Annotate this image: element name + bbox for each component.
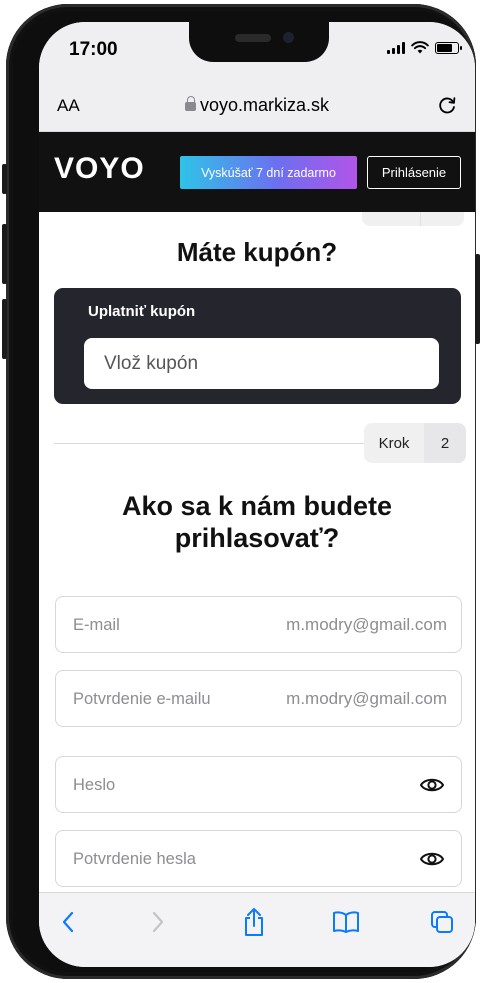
login-title: Ako sa k nám budete prihlasovať? bbox=[121, 491, 393, 553]
email-value: m.modry@gmail.com bbox=[286, 615, 447, 634]
coupon-label: Uplatniť kupón bbox=[88, 303, 196, 320]
site-header: VOYO Vyskúšať 7 dní zadarmo Prihlásenie bbox=[39, 132, 475, 212]
status-time: 17:00 bbox=[69, 39, 118, 60]
tabs-button[interactable] bbox=[427, 907, 457, 937]
volume-down-button bbox=[2, 299, 7, 359]
voyo-logo[interactable]: VOYO bbox=[54, 152, 145, 186]
coupon-title: Máte kupón? bbox=[176, 237, 338, 267]
share-button[interactable] bbox=[239, 907, 269, 937]
step-label: Krok bbox=[378, 434, 410, 452]
phone-frame: 17:00 AA voyo.markiza.sk VOYO Vyskúšať 7… bbox=[2, 4, 480, 979]
volume-up-button bbox=[2, 224, 7, 284]
url-field[interactable]: voyo.markiza.sk bbox=[39, 95, 475, 116]
email-confirm-label: Potvrdenie e-mailu bbox=[73, 690, 211, 708]
front-camera bbox=[283, 32, 294, 43]
tabs-icon bbox=[431, 911, 453, 933]
lock-icon bbox=[184, 96, 196, 112]
password-confirm-field[interactable]: Potvrdenie hesla bbox=[55, 830, 462, 887]
address-bar[interactable]: AA voyo.markiza.sk bbox=[39, 80, 475, 132]
step-divider bbox=[54, 443, 369, 444]
back-icon bbox=[62, 911, 74, 933]
step-indicator: Krok 2 bbox=[364, 423, 466, 463]
bookmarks-button[interactable] bbox=[331, 907, 361, 937]
login-button[interactable]: Prihlásenie bbox=[367, 156, 461, 189]
phone-screen: 17:00 AA voyo.markiza.sk VOYO Vyskúšať 7… bbox=[39, 22, 475, 967]
email-confirm-field[interactable]: Potvrdenie e-mailu m.modry@gmail.com bbox=[55, 670, 462, 727]
wifi-icon bbox=[411, 41, 429, 54]
mute-switch bbox=[2, 164, 7, 194]
coupon-input[interactable] bbox=[84, 338, 439, 389]
coupon-box: Uplatniť kupón bbox=[54, 288, 461, 404]
forward-icon bbox=[152, 911, 164, 933]
back-button[interactable] bbox=[53, 907, 83, 937]
email-confirm-value: m.modry@gmail.com bbox=[286, 689, 447, 708]
reload-icon[interactable] bbox=[435, 93, 459, 117]
show-password-confirm-icon[interactable] bbox=[419, 848, 445, 870]
email-field[interactable]: E-mail m.modry@gmail.com bbox=[55, 596, 462, 653]
free-trial-button[interactable]: Vyskúšať 7 dní zadarmo bbox=[180, 156, 357, 189]
url-text: voyo.markiza.sk bbox=[199, 95, 330, 115]
password-confirm-label: Potvrdenie hesla bbox=[73, 850, 196, 868]
bookmarks-icon bbox=[333, 911, 359, 933]
password-label: Heslo bbox=[73, 776, 116, 794]
browser-toolbar bbox=[39, 892, 475, 967]
email-label: E-mail bbox=[73, 616, 120, 634]
power-button bbox=[475, 254, 480, 344]
show-password-icon[interactable] bbox=[419, 774, 445, 796]
page-content: Máte kupón? Uplatniť kupón Krok 2 Ako sa… bbox=[39, 212, 475, 892]
previous-step-pill bbox=[362, 212, 464, 226]
forward-button[interactable] bbox=[143, 907, 173, 937]
notch bbox=[189, 22, 329, 62]
status-bar: 17:00 bbox=[39, 22, 475, 80]
status-icons bbox=[387, 41, 462, 54]
password-field[interactable]: Heslo bbox=[55, 756, 462, 813]
share-icon bbox=[245, 908, 263, 936]
signal-icon bbox=[387, 42, 405, 54]
step-number: 2 bbox=[424, 423, 466, 463]
speaker bbox=[235, 34, 271, 42]
battery-icon bbox=[435, 42, 462, 54]
